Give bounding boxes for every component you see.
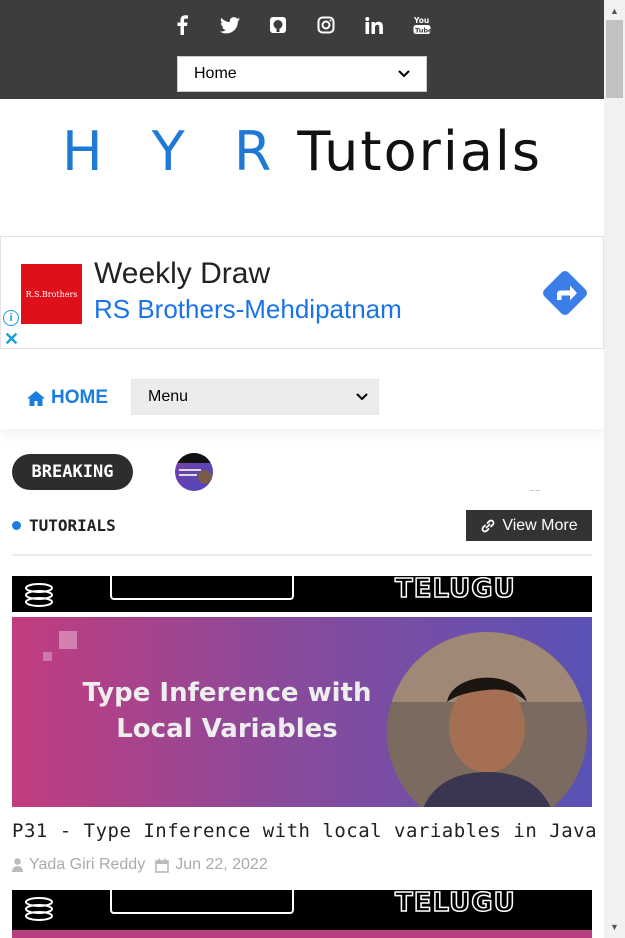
user-icon (12, 858, 23, 872)
scroll-up-arrow-icon[interactable]: ▲ (610, 6, 619, 16)
thumbnail-title-line1: Type Inference with (82, 678, 372, 708)
part-box (110, 890, 294, 914)
strip-label: TELUGU (394, 890, 516, 918)
advertisement-banner[interactable]: R.S.Brothers Weekly Draw RS Brothers-Meh… (0, 236, 604, 349)
ad-close-icon[interactable]: ✕ (4, 330, 19, 348)
twitter-icon[interactable] (219, 14, 241, 36)
next-thumbnail-edge (12, 930, 592, 938)
main-navbar: HOME Menu (0, 349, 604, 429)
facebook-icon[interactable] (171, 14, 193, 36)
thumbnail-title-line2: Local Variables (116, 714, 338, 744)
home-link[interactable]: HOME (27, 387, 108, 409)
svg-text:You: You (413, 16, 429, 25)
ad-subtitle[interactable]: RS Brothers-Mehdipatnam (94, 294, 402, 325)
site-logo[interactable]: H Y R Tutorials (0, 99, 604, 236)
view-more-button[interactable]: View More (466, 510, 592, 541)
scrollbar[interactable]: ▲ ▼ (604, 0, 625, 938)
social-links: You Tube (0, 14, 604, 38)
breaking-label: BREAKING (12, 454, 133, 490)
post-date-text: Jun 22, 2022 (175, 856, 268, 873)
post-title[interactable]: P31 - Type Inference with local variable… (12, 820, 597, 842)
top-bar: You Tube Home (0, 0, 604, 99)
scroll-down-arrow-icon[interactable]: ▼ (610, 922, 619, 932)
breaking-thumbnail[interactable] (175, 453, 213, 491)
link-icon (481, 519, 495, 532)
calendar-icon (155, 858, 170, 873)
github-icon[interactable] (267, 14, 289, 36)
ad-logo: R.S.Brothers (21, 264, 82, 324)
instagram-icon[interactable] (315, 14, 337, 36)
logo-tutorials: Tutorials (297, 120, 543, 183)
part-box (110, 576, 294, 600)
youtube-icon[interactable]: You Tube (411, 14, 433, 36)
decor-square (59, 631, 77, 649)
home-link-label: HOME (51, 387, 108, 408)
section-title: TUTORIALS (12, 516, 116, 535)
post-author[interactable]: Yada Giri Reddy (12, 856, 145, 874)
bullet-dot-icon (12, 521, 21, 530)
scrollbar-thumb[interactable] (606, 20, 623, 98)
page-select[interactable]: Home (177, 56, 427, 92)
menu-select[interactable]: Menu (131, 379, 379, 415)
svg-text:Tube: Tube (415, 27, 431, 35)
thumbnail-title: Type Inference with Local Variables (12, 675, 442, 747)
post-banner-strip[interactable]: TELUGU (12, 576, 592, 612)
ad-title[interactable]: Weekly Draw (94, 257, 270, 291)
ad-info-icon[interactable]: i (3, 310, 19, 326)
directions-icon[interactable] (539, 267, 591, 319)
section-header: TUTORIALS View More (12, 510, 592, 556)
chevron-down-icon (398, 70, 410, 78)
decor-square (43, 652, 52, 661)
post-date: Jun 22, 2022 (155, 856, 268, 874)
post-author-name: Yada Giri Reddy (29, 856, 146, 873)
stack-icon (25, 583, 53, 607)
post-meta: Yada Giri Reddy Jun 22, 2022 (12, 856, 268, 874)
page-select-value: Home (194, 65, 237, 82)
ticker-separator: ‾ ‾ (530, 490, 540, 501)
stack-icon (25, 897, 53, 921)
author-photo (387, 632, 587, 807)
logo-hyr: H Y R (61, 120, 288, 183)
view-more-label: View More (502, 516, 578, 534)
home-icon (27, 390, 45, 406)
strip-label: TELUGU (394, 576, 516, 604)
post-banner-strip[interactable]: TELUGU (12, 890, 592, 938)
post-thumbnail[interactable]: Type Inference with Local Variables (12, 617, 592, 807)
section-title-label: TUTORIALS (29, 516, 116, 535)
menu-select-value: Menu (148, 388, 189, 405)
chevron-down-icon (356, 393, 368, 401)
linkedin-icon[interactable] (363, 14, 385, 36)
